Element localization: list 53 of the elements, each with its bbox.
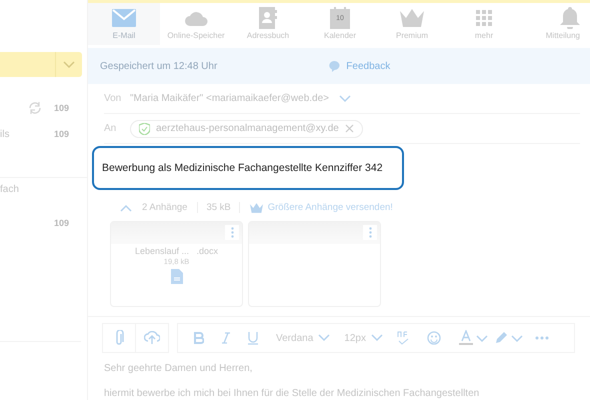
upsell-link[interactable]: Größere Anhänge versenden! (250, 202, 393, 213)
emoji-icon[interactable] (426, 331, 441, 345)
new-mail-button[interactable] (0, 52, 82, 77)
italic-icon[interactable] (222, 332, 230, 344)
crown-icon (250, 202, 263, 212)
bold-icon[interactable] (194, 332, 204, 344)
underline-icon[interactable] (248, 332, 258, 344)
refresh-icon[interactable] (28, 102, 42, 114)
spellcheck-icon[interactable] (396, 331, 409, 345)
attachment-card[interactable] (248, 221, 381, 307)
nav-tab[interactable]: E-Mail (88, 3, 160, 45)
highlighter-icon[interactable] (494, 331, 508, 345)
document-icon (170, 269, 182, 284)
saved-status: Gespeichert um 12:48 Uhr (100, 60, 218, 72)
more-options-icon[interactable] (225, 225, 239, 240)
feedback-link[interactable]: Feedback (329, 60, 390, 72)
chevron-down-icon (510, 334, 523, 342)
bell-icon (560, 7, 580, 29)
nav-tab[interactable]: Adressbuch (232, 3, 304, 45)
chevron-down-icon (318, 334, 330, 342)
more-icon[interactable] (534, 336, 549, 340)
cloud-icon (184, 10, 208, 26)
sender-field[interactable]: "Maria Maikäfer" <mariamaikaefer@web.de> (130, 93, 329, 104)
crown-icon (400, 9, 424, 27)
chevron-down-icon (476, 334, 488, 342)
chevron-down-icon (63, 60, 75, 68)
unread-count: 109 (54, 103, 69, 113)
chevron-up-icon (120, 204, 132, 212)
folder-name[interactable]: fach (0, 184, 19, 195)
calendar-icon (330, 7, 350, 29)
message-body-text: hiermit bewerbe ich mich bei Ihnen für die Stelle der Medizinischen Fachangestellten (104, 388, 480, 399)
message-body-text: Sehr geehrte Damen und Herren, (104, 363, 254, 374)
recipient-chip[interactable]: aerztehaus-personalmanagement@xy.de (130, 120, 363, 138)
shield-check-icon (139, 122, 150, 134)
nav-tab[interactable]: mehr (448, 3, 520, 45)
text-color-icon[interactable] (458, 330, 473, 346)
unread-count: 109 (54, 218, 69, 228)
address-book-icon (259, 7, 277, 29)
chat-bubble-icon (329, 60, 340, 72)
collapse-toggle[interactable] (120, 204, 132, 212)
close-icon[interactable] (344, 124, 354, 133)
folder-name[interactable]: ils (0, 128, 10, 140)
nav-tab[interactable]: Premium (376, 3, 448, 45)
nav-tab[interactable]: Online-Speicher (160, 3, 232, 45)
attachment-name: Lebenslauf ... .docx (134, 246, 218, 256)
chevron-down-icon (370, 334, 383, 342)
nav-tab[interactable]: Mitteilung (520, 3, 580, 45)
envelope-icon (112, 9, 136, 27)
subject-field[interactable]: Bewerbung als Medizinische Fachangestellte Kennziffer 342 (92, 146, 404, 190)
unread-count: 109 (54, 129, 69, 139)
chevron-down-icon (339, 94, 351, 102)
grid-icon (476, 10, 492, 26)
more-options-icon[interactable] (363, 225, 377, 240)
